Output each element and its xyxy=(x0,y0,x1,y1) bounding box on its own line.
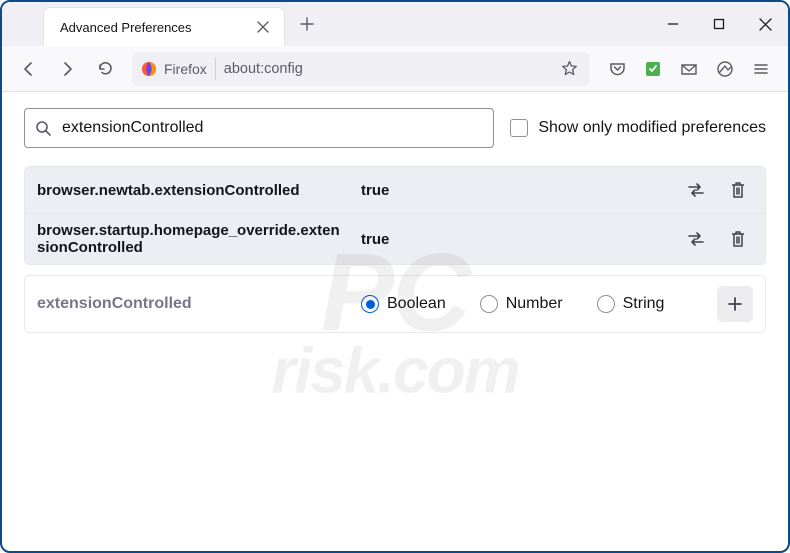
toggle-icon[interactable] xyxy=(681,224,711,254)
account-icon[interactable] xyxy=(708,52,742,86)
radio-label: Boolean xyxy=(387,295,446,313)
show-modified-checkbox[interactable]: Show only modified preferences xyxy=(510,119,766,137)
mail-icon[interactable] xyxy=(672,52,706,86)
app-menu-icon[interactable] xyxy=(744,52,778,86)
identity-box[interactable]: Firefox xyxy=(140,58,216,80)
bookmark-star-icon[interactable] xyxy=(556,56,582,82)
pref-row[interactable]: browser.newtab.extensionControlled true xyxy=(25,167,765,213)
reload-button[interactable] xyxy=(88,52,122,86)
nav-toolbar: Firefox about:config xyxy=(2,46,788,92)
close-tab-icon[interactable] xyxy=(254,18,272,36)
add-button[interactable] xyxy=(717,286,753,322)
toggle-icon[interactable] xyxy=(681,175,711,205)
pref-name: browser.newtab.extensionControlled xyxy=(37,182,347,199)
about-config-content: PC risk.com Show only modified preferenc… xyxy=(2,92,788,551)
add-pref-row: extensionControlled Boolean Number Strin… xyxy=(24,275,766,333)
prefs-table: browser.newtab.extensionControlled true … xyxy=(24,166,766,265)
radio-dot[interactable] xyxy=(597,295,615,313)
extension-icon[interactable] xyxy=(636,52,670,86)
browser-window: Advanced Preferences xyxy=(0,0,790,553)
checkbox-label: Show only modified preferences xyxy=(538,119,766,137)
type-radios: Boolean Number String xyxy=(361,295,703,313)
watermark-bottom: risk.com xyxy=(271,342,518,400)
delete-icon[interactable] xyxy=(723,224,753,254)
radio-dot[interactable] xyxy=(480,295,498,313)
pref-actions xyxy=(681,224,753,254)
browser-tab[interactable]: Advanced Preferences xyxy=(44,8,284,46)
titlebar: Advanced Preferences xyxy=(2,2,788,46)
radio-dot[interactable] xyxy=(361,295,379,313)
pref-value: true xyxy=(361,231,667,248)
add-pref-name: extensionControlled xyxy=(37,295,347,313)
new-tab-button[interactable] xyxy=(292,9,322,39)
radio-number[interactable]: Number xyxy=(480,295,563,313)
tab-title: Advanced Preferences xyxy=(60,20,254,35)
identity-label: Firefox xyxy=(164,61,207,77)
toolbar-right-icons xyxy=(600,52,778,86)
radio-label: String xyxy=(623,295,665,313)
radio-boolean[interactable]: Boolean xyxy=(361,295,446,313)
search-row: Show only modified preferences xyxy=(24,108,766,148)
window-controls xyxy=(650,2,788,46)
search-box[interactable] xyxy=(24,108,494,148)
firefox-logo-icon xyxy=(140,60,158,78)
radio-label: Number xyxy=(506,295,563,313)
delete-icon[interactable] xyxy=(723,175,753,205)
forward-button[interactable] xyxy=(50,52,84,86)
url-text: about:config xyxy=(224,61,548,77)
checkbox-box[interactable] xyxy=(510,119,528,137)
radio-string[interactable]: String xyxy=(597,295,665,313)
maximize-button[interactable] xyxy=(696,2,742,46)
pocket-icon[interactable] xyxy=(600,52,634,86)
close-window-button[interactable] xyxy=(742,2,788,46)
pref-row[interactable]: browser.startup.homepage_override.extens… xyxy=(25,213,765,264)
url-bar[interactable]: Firefox about:config xyxy=(132,52,590,86)
pref-name: browser.startup.homepage_override.extens… xyxy=(37,222,347,256)
search-icon xyxy=(35,120,52,137)
minimize-button[interactable] xyxy=(650,2,696,46)
back-button[interactable] xyxy=(12,52,46,86)
search-input[interactable] xyxy=(62,119,483,137)
pref-actions xyxy=(681,175,753,205)
pref-value: true xyxy=(361,182,667,199)
